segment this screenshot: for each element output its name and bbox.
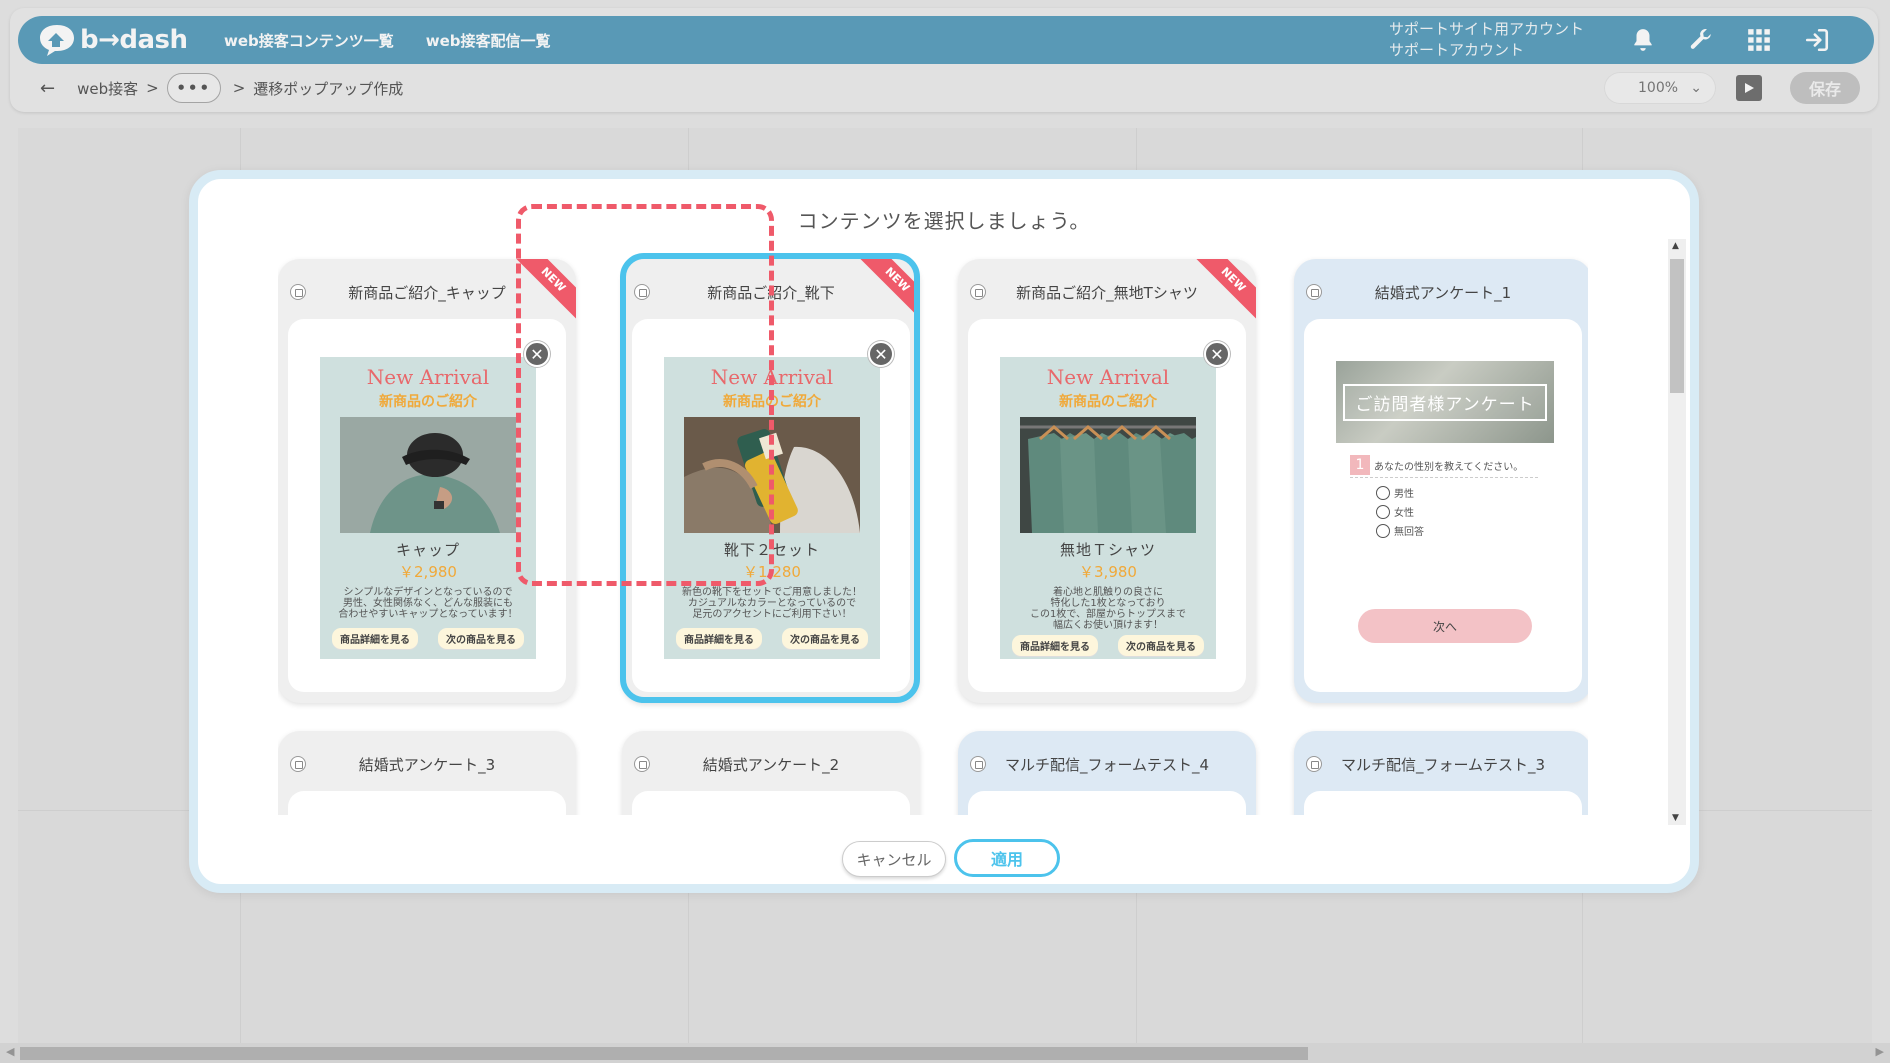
promo-popup-preview: New Arrival 新商品のご紹介 無地Ｔシャツ ￥3,980 着心地と肌触…: [1000, 357, 1216, 659]
content-card-tshirt[interactable]: 新商品ご紹介_無地Tシャツ NEW New Arrival 新商品のご紹介 無地…: [958, 259, 1256, 703]
survey-next-button: 次へ: [1358, 609, 1532, 643]
content-card-wedding-survey-2[interactable]: 結婚式アンケート_2: [622, 731, 920, 815]
promo-price: ￥1,280: [743, 563, 801, 581]
promo-heading-jp: 新商品のご紹介: [379, 394, 477, 410]
promo-product-name: 無地Ｔシャツ: [1059, 541, 1156, 559]
promo-next-button: 次の商品を見る: [782, 628, 868, 649]
question-number: 1: [1350, 455, 1370, 475]
card-checkbox[interactable]: [970, 756, 986, 772]
card-preview: [288, 791, 566, 815]
survey-option: 女性: [1376, 504, 1414, 519]
promo-desc-line: カジュアルなカラーとなっているので: [687, 598, 857, 609]
survey-banner-image: ご訪問者様アンケート: [1336, 361, 1554, 443]
card-title: マルチ配信_フォームテスト_3: [1340, 755, 1546, 774]
close-icon: ✕: [868, 341, 894, 367]
option-label: 女性: [1394, 508, 1414, 519]
vertical-scrollbar[interactable]: ▲ ▼: [1668, 239, 1686, 825]
promo-description: 着心地と肌触りの良さに 特化した1枚となっており この1枚で、部屋からトップスま…: [1000, 587, 1216, 631]
promo-price: ￥2,980: [399, 563, 457, 581]
card-preview: New Arrival 新商品のご紹介 靴下２セット ￥1,280 新色の靴下を…: [632, 319, 910, 692]
question-divider: [1350, 477, 1538, 478]
card-checkbox[interactable]: [1306, 284, 1322, 300]
radio-icon: [1376, 485, 1390, 500]
content-select-modal: コンテンツを選択しましょう。 新商品ご紹介_キャップ NEW New Arriv…: [189, 170, 1699, 893]
card-preview: ご訪問者様アンケート 1 あなたの性別を教えてください。 男性 女性 無回答 次…: [1304, 319, 1582, 692]
close-icon: ✕: [524, 341, 550, 367]
option-label: 男性: [1394, 489, 1414, 500]
card-title: マルチ配信_フォームテスト_4: [1004, 755, 1210, 774]
content-card-cap[interactable]: 新商品ご紹介_キャップ NEW New Arrival 新商品のご紹介 キャップ…: [278, 259, 576, 703]
promo-detail-button: 商品詳細を見る: [332, 628, 418, 649]
promo-heading-en: New Arrival: [1046, 365, 1170, 389]
radio-icon: [1376, 523, 1390, 538]
card-title: 結婚式アンケート_2: [702, 755, 840, 774]
content-card-socks[interactable]: 新商品ご紹介_靴下 NEW New Arrival 新商品のご紹介 靴下２セット…: [622, 259, 920, 703]
radio-icon: [1376, 504, 1390, 519]
cancel-button[interactable]: キャンセル: [842, 841, 946, 877]
promo-desc-line: 合わせやすいキャップとなっています！: [338, 609, 518, 620]
card-checkbox[interactable]: [634, 756, 650, 772]
card-checkbox[interactable]: [290, 284, 306, 300]
socks-product-image: [684, 417, 860, 533]
promo-desc-line: この1枚で、部屋からトップスまで: [1030, 609, 1186, 620]
card-title: 結婚式アンケート_1: [1374, 283, 1512, 302]
promo-next-button: 次の商品を見る: [438, 628, 524, 649]
promo-desc-line: 男性、女性関係なく、どんな服装にも: [343, 598, 513, 609]
promo-desc-line: 幅広くお使い頂けます！: [1053, 620, 1163, 631]
promo-desc-line: 足元のアクセントにご利用下さい！: [692, 609, 852, 620]
content-card-multi-form-test-4[interactable]: マルチ配信_フォームテスト_4: [958, 731, 1256, 815]
question-text: あなたの性別を教えてください。: [1374, 461, 1524, 473]
option-label: 無回答: [1394, 527, 1424, 538]
content-card-wedding-survey-1[interactable]: 結婚式アンケート_1 ご訪問者様アンケート 1 あなたの性別を教えてください。 …: [1294, 259, 1588, 703]
card-title: 結婚式アンケート_3: [358, 755, 496, 774]
card-title: 新商品ご紹介_キャップ: [348, 283, 506, 302]
card-checkbox[interactable]: [634, 284, 650, 300]
promo-description: シンプルなデザインとなっているので 男性、女性関係なく、どんな服装にも 合わせや…: [320, 587, 536, 620]
card-checkbox[interactable]: [1306, 756, 1322, 772]
promo-detail-button: 商品詳細を見る: [676, 628, 762, 649]
promo-desc-line: シンプルなデザインとなっているので: [343, 587, 513, 598]
scroll-up-icon[interactable]: ▲: [1672, 241, 1679, 251]
card-preview: [968, 791, 1246, 815]
card-title: 新商品ご紹介_無地Tシャツ: [1016, 283, 1198, 302]
content-card-multi-form-test-3[interactable]: マルチ配信_フォームテスト_3: [1294, 731, 1588, 815]
survey-option: 男性: [1376, 485, 1414, 500]
promo-description: 新色の靴下をセットでご用意しました！ カジュアルなカラーとなっているので 足元の…: [664, 587, 880, 620]
promo-heading-jp: 新商品のご紹介: [723, 394, 821, 410]
promo-heading-en: New Arrival: [366, 365, 490, 389]
card-preview: [1304, 791, 1582, 815]
survey-question: 1 あなたの性別を教えてください。: [1350, 455, 1523, 475]
card-checkbox[interactable]: [970, 284, 986, 300]
card-preview: [632, 791, 910, 815]
promo-next-button: 次の商品を見る: [1118, 635, 1204, 656]
card-checkbox[interactable]: [290, 756, 306, 772]
vertical-scroll-thumb[interactable]: [1670, 259, 1684, 393]
promo-desc-line: 着心地と肌触りの良さに: [1053, 587, 1163, 598]
card-title: 新商品ご紹介_靴下: [707, 283, 835, 302]
promo-desc-line: 新色の靴下をセットでご用意しました！: [682, 587, 862, 598]
scroll-down-icon[interactable]: ▼: [1672, 813, 1679, 823]
promo-popup-preview: New Arrival 新商品のご紹介 靴下２セット ￥1,280 新色の靴下を…: [664, 357, 880, 659]
card-preview: New Arrival 新商品のご紹介 キャップ ￥2,980 シンプルなデザイ…: [288, 319, 566, 692]
survey-option: 無回答: [1376, 523, 1424, 538]
promo-product-name: キャップ: [395, 541, 460, 559]
promo-popup-preview: New Arrival 新商品のご紹介 キャップ ￥2,980 シンプルなデザイ…: [320, 357, 536, 659]
tshirt-product-image: [1020, 417, 1196, 533]
apply-button[interactable]: 適用: [954, 839, 1060, 877]
content-card-grid: 新商品ご紹介_キャップ NEW New Arrival 新商品のご紹介 キャップ…: [278, 251, 1588, 815]
promo-price: ￥3,980: [1079, 563, 1137, 581]
promo-detail-button: 商品詳細を見る: [1012, 635, 1098, 656]
card-preview: New Arrival 新商品のご紹介 無地Ｔシャツ ￥3,980 着心地と肌触…: [968, 319, 1246, 692]
promo-heading-jp: 新商品のご紹介: [1059, 394, 1157, 410]
close-icon: ✕: [1204, 341, 1230, 367]
promo-desc-line: 特化した1枚となっており: [1050, 598, 1166, 609]
promo-heading-en: New Arrival: [710, 365, 834, 389]
survey-banner-title: ご訪問者様アンケート: [1343, 383, 1547, 421]
promo-product-name: 靴下２セット: [723, 541, 820, 559]
cap-product-image: [340, 417, 516, 533]
modal-title: コンテンツを選択しましょう。: [797, 209, 1091, 233]
content-card-wedding-survey-3[interactable]: 結婚式アンケート_3: [278, 731, 576, 815]
